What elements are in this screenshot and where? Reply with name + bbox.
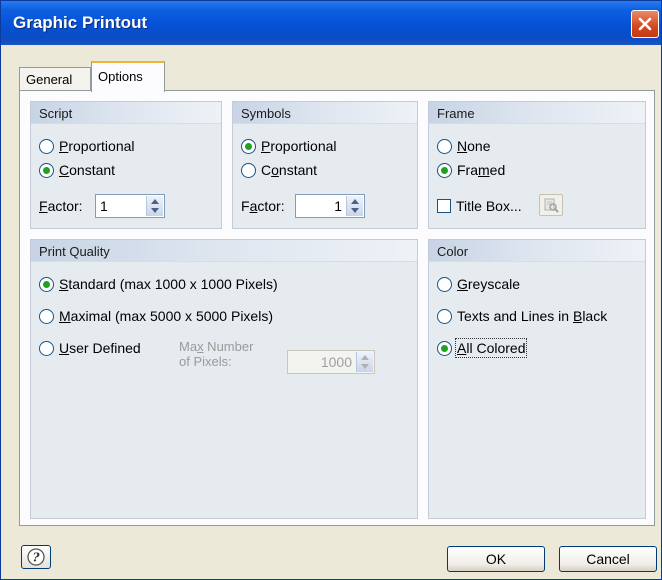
color-greyscale-radio[interactable]: Greyscale bbox=[437, 276, 520, 292]
color-group-title: Color bbox=[429, 240, 645, 262]
spin-up-icon[interactable] bbox=[351, 199, 359, 204]
symbols-group-title: Symbols bbox=[233, 102, 417, 124]
option-label: Proportional bbox=[59, 138, 135, 154]
option-label: Constant bbox=[261, 162, 318, 178]
max-pixels-label: Max Number of Pixels: bbox=[179, 339, 254, 369]
option-label: All Colored bbox=[454, 338, 528, 358]
option-label: Texts and Lines in Black bbox=[457, 308, 608, 324]
script-factor-value: 1 bbox=[100, 198, 108, 214]
radio-button bbox=[241, 138, 256, 154]
ok-button[interactable]: OK bbox=[447, 546, 545, 572]
spin-down-icon[interactable] bbox=[151, 208, 159, 213]
radio-button bbox=[437, 340, 452, 356]
graphic-printout-dialog: Graphic Printout General Options Script … bbox=[0, 0, 662, 580]
tab-general-label: General bbox=[26, 72, 73, 87]
option-label: Maximal (max 5000 x 5000 Pixels) bbox=[59, 308, 273, 324]
title-box-edit-button[interactable] bbox=[539, 194, 563, 216]
spinner-arrows[interactable] bbox=[146, 196, 163, 216]
frame-framed-radio[interactable]: Framed bbox=[437, 162, 505, 178]
radio-button bbox=[39, 162, 54, 178]
cancel-button[interactable]: Cancel bbox=[559, 546, 657, 572]
script-factor-label: Factor: bbox=[39, 198, 83, 214]
script-proportional-radio[interactable]: Proportional bbox=[39, 138, 135, 154]
radio-button bbox=[437, 308, 452, 324]
quality-maximal-radio[interactable]: Maximal (max 5000 x 5000 Pixels) bbox=[39, 308, 273, 324]
tab-general[interactable]: General bbox=[19, 67, 91, 91]
symbols-factor-label: Fa ctor: bbox=[241, 198, 285, 214]
radio-button bbox=[437, 138, 452, 154]
svg-text:?: ? bbox=[32, 551, 40, 565]
spinner-arrows[interactable] bbox=[356, 352, 373, 372]
frame-group-title: Frame bbox=[429, 102, 645, 124]
option-label: Framed bbox=[457, 162, 506, 178]
radio-button bbox=[437, 162, 452, 178]
radio-button bbox=[39, 340, 54, 356]
radio-button bbox=[39, 276, 54, 292]
checkbox bbox=[437, 199, 451, 213]
frame-none-radio[interactable]: None bbox=[437, 138, 490, 154]
option-label: Constant bbox=[59, 162, 116, 178]
option-label: Standard (max 1000 x 1000 Pixels) bbox=[59, 276, 278, 292]
option-label: None bbox=[457, 138, 491, 154]
spin-up-icon[interactable] bbox=[361, 355, 369, 360]
script-group: Script Proportional Constant Factor: 1 bbox=[30, 101, 222, 229]
color-all-colored-radio[interactable]: All Colored bbox=[437, 338, 528, 358]
max-pixels-value: 1000 bbox=[320, 354, 352, 370]
spin-up-icon[interactable] bbox=[151, 199, 159, 204]
script-constant-radio[interactable]: Constant bbox=[39, 162, 115, 178]
print-quality-group: Print Quality Standard (max 1000 x 1000 … bbox=[30, 239, 418, 519]
title-box-checkbox[interactable]: Title Box... bbox=[437, 198, 522, 214]
close-button[interactable] bbox=[631, 10, 659, 38]
option-label: User Defined bbox=[59, 340, 141, 356]
spin-down-icon[interactable] bbox=[361, 364, 369, 369]
symbols-constant-radio[interactable]: Constant bbox=[241, 162, 317, 178]
tab-options[interactable]: Options bbox=[91, 61, 165, 92]
script-factor-spinner[interactable]: 1 bbox=[95, 194, 165, 218]
radio-button bbox=[241, 162, 256, 178]
radio-button bbox=[39, 138, 54, 154]
options-tab-panel: Script Proportional Constant Factor: 1 S… bbox=[19, 90, 655, 526]
frame-group: Frame None Framed Title Box... bbox=[428, 101, 646, 229]
help-button[interactable]: ? bbox=[21, 545, 51, 569]
print-quality-group-title: Print Quality bbox=[31, 240, 417, 262]
radio-button bbox=[437, 276, 452, 292]
option-label: Proportional bbox=[261, 138, 337, 154]
symbols-group: Symbols Proportional Constant Fa ctor: 1 bbox=[232, 101, 418, 229]
symbols-factor-spinner[interactable]: 1 bbox=[295, 194, 365, 218]
quality-user-defined-radio[interactable]: User Defined bbox=[39, 340, 141, 356]
radio-button bbox=[39, 308, 54, 324]
title-box-label: Title Box... bbox=[456, 198, 522, 214]
symbols-proportional-radio[interactable]: Proportional bbox=[241, 138, 337, 154]
title-bar[interactable]: Graphic Printout bbox=[1, 1, 661, 45]
script-group-title: Script bbox=[31, 102, 221, 124]
color-texts-lines-black-radio[interactable]: Texts and Lines in Black bbox=[437, 308, 607, 324]
option-label: Greyscale bbox=[457, 276, 521, 292]
dialog-title: Graphic Printout bbox=[13, 13, 148, 32]
spinner-arrows[interactable] bbox=[346, 196, 363, 216]
max-pixels-spinner[interactable]: 1000 bbox=[287, 350, 375, 374]
spin-down-icon[interactable] bbox=[351, 208, 359, 213]
color-group: Color Greyscale Texts and Lines in Black… bbox=[428, 239, 646, 519]
symbols-factor-value: 1 bbox=[334, 198, 342, 214]
tab-options-label: Options bbox=[98, 69, 143, 84]
quality-standard-radio[interactable]: Standard (max 1000 x 1000 Pixels) bbox=[39, 276, 278, 292]
